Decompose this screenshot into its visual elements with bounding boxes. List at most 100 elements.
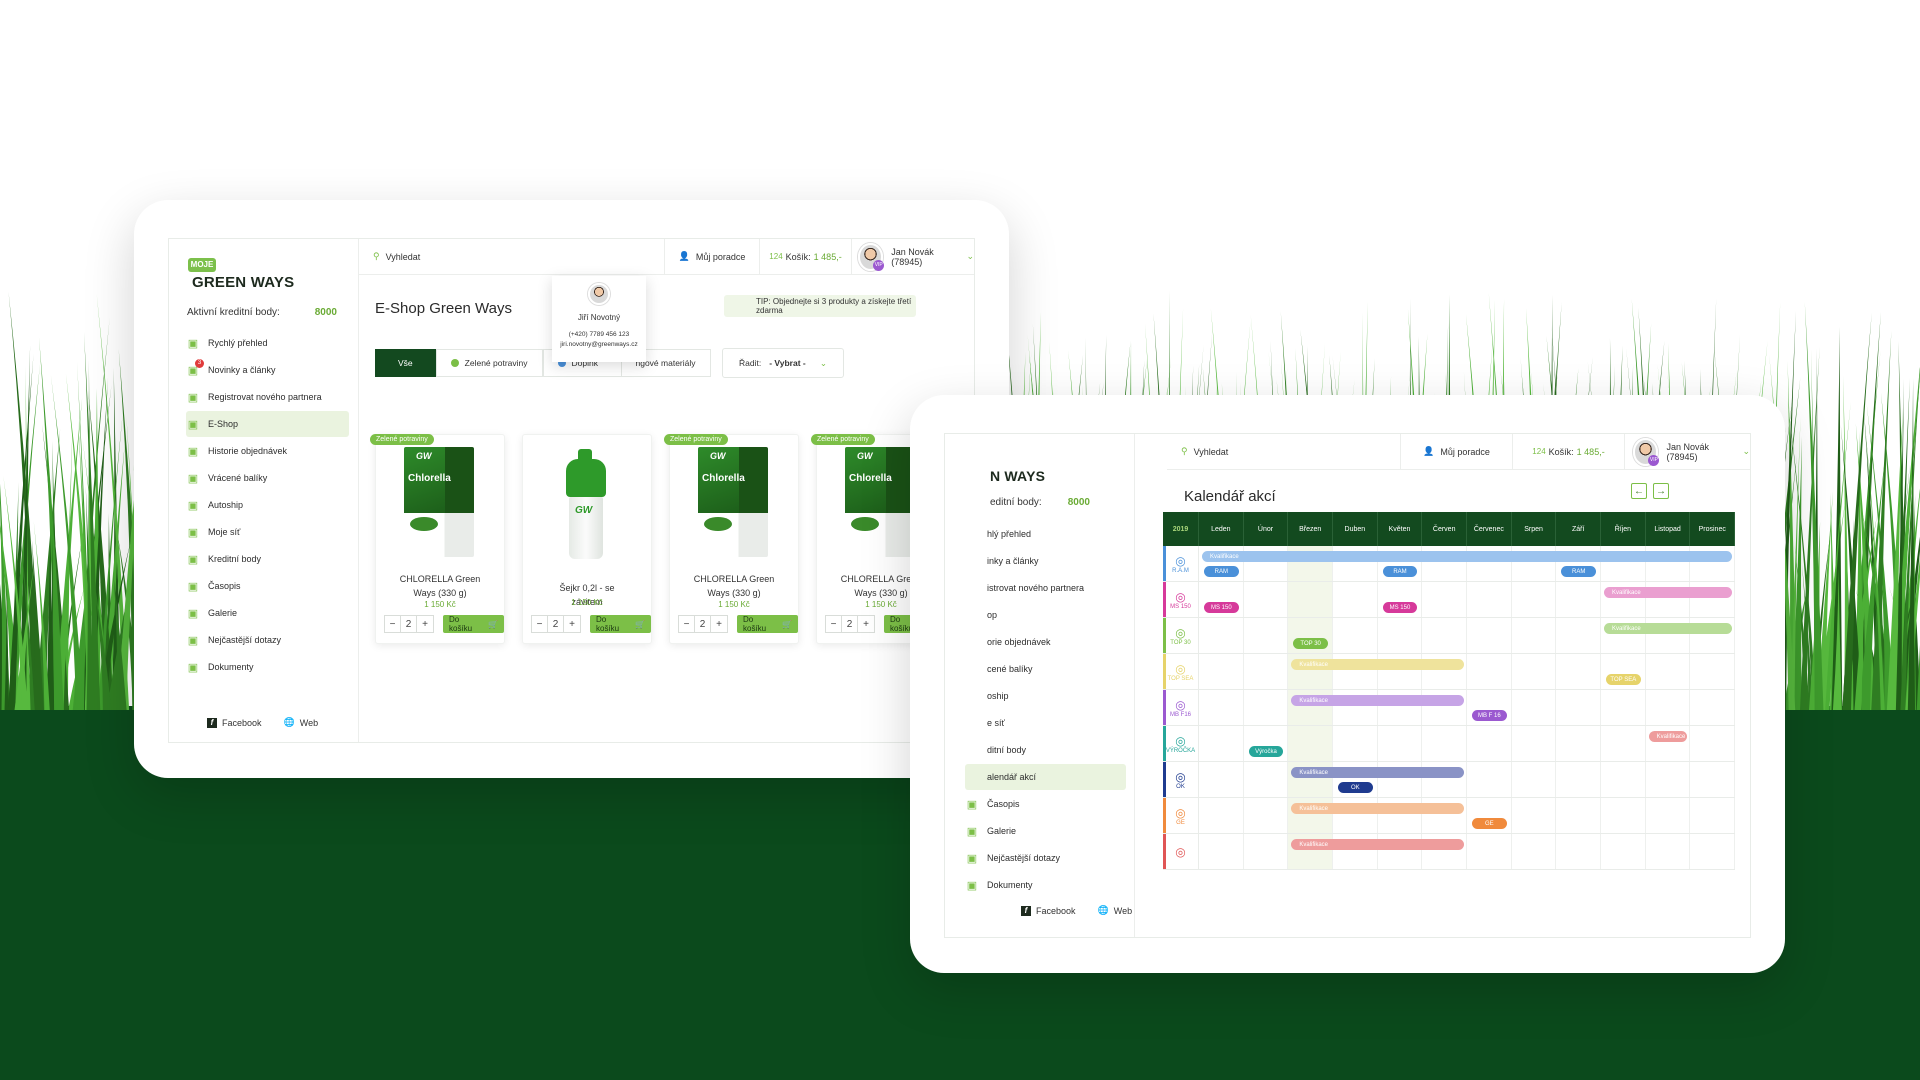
sidebar-item-8[interactable]: ▣ Moje síť	[186, 519, 349, 545]
facebook-link[interactable]: f Facebook	[1021, 905, 1076, 916]
user-menu[interactable]: VIP Jan Novák (78945) ⌄	[852, 239, 974, 274]
qualification-bar[interactable]: Kvalifikace	[1291, 839, 1464, 850]
calendar-cell[interactable]	[1333, 582, 1378, 617]
web-link[interactable]: 🌐 Web	[1098, 905, 1133, 916]
cart-button[interactable]: 124 Košík: 1 485,-	[760, 239, 852, 274]
qualification-bar[interactable]: Kvalifikace	[1291, 803, 1464, 814]
calendar-cell[interactable]	[1556, 618, 1602, 653]
calendar-cell[interactable]	[1690, 834, 1736, 869]
sidebar-item-5[interactable]: ▣orie objednávek	[965, 629, 1126, 655]
sidebar-item-12[interactable]: ▣ Galerie	[965, 818, 1126, 844]
sidebar-item-14[interactable]: ▣ Dokumenty	[965, 872, 1126, 898]
calendar-cell[interactable]	[1467, 618, 1512, 653]
calendar-cell[interactable]	[1512, 582, 1557, 617]
event-pill[interactable]: GE	[1472, 818, 1507, 829]
advisor-button[interactable]: 👤 Můj poradce	[1401, 434, 1513, 469]
advisor-email[interactable]: jiri.novotny@greenways.cz	[552, 341, 646, 348]
calendar-cell[interactable]	[1199, 834, 1244, 869]
quantity-value[interactable]: 2	[548, 616, 564, 632]
calendar-cell[interactable]	[1556, 726, 1602, 761]
calendar-cell[interactable]	[1422, 582, 1468, 617]
calendar-cell[interactable]	[1601, 690, 1646, 725]
calendar-cell[interactable]	[1556, 654, 1602, 689]
add-to-cart-button[interactable]: Do košíku 🛒	[590, 615, 651, 633]
calendar-cell[interactable]	[1556, 690, 1602, 725]
event-pill[interactable]: RAM	[1561, 566, 1596, 577]
calendar-cell[interactable]	[1690, 690, 1736, 725]
search-box[interactable]: ⚲ Vyhledat	[359, 239, 665, 274]
sidebar-item-11[interactable]: ▣ Galerie	[186, 600, 349, 626]
calendar-cell[interactable]	[1199, 690, 1244, 725]
sidebar-item-8[interactable]: ▣e síť	[965, 710, 1126, 736]
calendar-cell[interactable]	[1601, 726, 1646, 761]
calendar-cell[interactable]	[1646, 654, 1691, 689]
calendar-cell[interactable]	[1646, 762, 1691, 797]
facebook-link[interactable]: f Facebook	[207, 717, 262, 728]
event-pill[interactable]: Výročka	[1248, 746, 1284, 757]
plus-button[interactable]: +	[858, 616, 874, 632]
calendar-cell[interactable]	[1333, 618, 1378, 653]
event-pill[interactable]: TOP SEA	[1606, 674, 1641, 685]
sidebar-item-12[interactable]: ▣ Nejčastější dotazy	[186, 627, 349, 653]
sidebar-item-7[interactable]: ▣ Autoship	[186, 492, 349, 518]
calendar-cell[interactable]	[1646, 798, 1691, 833]
calendar-cell[interactable]	[1646, 690, 1691, 725]
calendar-cell[interactable]	[1467, 654, 1512, 689]
sidebar-item-3[interactable]: ▣ Registrovat nového partnera	[186, 384, 349, 410]
quantity-value[interactable]: 2	[842, 616, 858, 632]
add-to-cart-button[interactable]: Do košíku 🛒	[443, 615, 504, 633]
sidebar-item-5[interactable]: ▣ Historie objednávek	[186, 438, 349, 464]
event-pill[interactable]: RAM	[1204, 566, 1239, 577]
sidebar-item-13[interactable]: ▣ Nejčastější dotazy	[965, 845, 1126, 871]
minus-button[interactable]: −	[532, 616, 548, 632]
sidebar-item-4[interactable]: ▣ E-Shop	[186, 411, 349, 437]
product-card[interactable]: GW Šejkr 0,2l - se závitem 1 150 Kč − 2 +…	[522, 434, 652, 644]
sidebar-item-1[interactable]: ▣ Rychlý přehled	[186, 330, 349, 356]
calendar-cell[interactable]	[1467, 834, 1512, 869]
calendar-cell[interactable]	[1199, 726, 1244, 761]
calendar-cell[interactable]	[1690, 762, 1736, 797]
calendar-cell[interactable]	[1690, 654, 1736, 689]
calendar-cell[interactable]	[1244, 762, 1289, 797]
advisor-phone[interactable]: (+420) 7789 456 123	[552, 331, 646, 338]
sidebar-item-2[interactable]: ▣ 3 Novinky a články	[186, 357, 349, 383]
product-card[interactable]: Zelené potraviny GW Chlorella CHLORELLA …	[664, 434, 799, 644]
quantity-value[interactable]: 2	[695, 616, 711, 632]
calendar-cell[interactable]	[1199, 762, 1244, 797]
minus-button[interactable]: −	[385, 616, 401, 632]
advisor-button[interactable]: 👤 Můj poradce	[665, 239, 760, 274]
calendar-cell[interactable]	[1556, 798, 1602, 833]
calendar-cell[interactable]	[1467, 762, 1512, 797]
calendar-cell[interactable]	[1690, 726, 1736, 761]
minus-button[interactable]: −	[679, 616, 695, 632]
plus-button[interactable]: +	[417, 616, 433, 632]
qualification-bar[interactable]: Kvalifikace	[1202, 551, 1732, 562]
calendar-cell[interactable]	[1556, 834, 1602, 869]
calendar-cell[interactable]	[1512, 690, 1557, 725]
filter-2[interactable]: Zelené potraviny	[435, 349, 543, 377]
calendar-cell[interactable]	[1690, 798, 1736, 833]
event-pill[interactable]: MB F 16	[1472, 710, 1507, 721]
event-pill[interactable]: RAM	[1382, 566, 1418, 577]
sidebar-item-7[interactable]: ▣oship	[965, 683, 1126, 709]
filter-1[interactable]: Vše	[375, 349, 436, 377]
user-menu[interactable]: VIP Jan Novák (78945) ⌄	[1625, 434, 1750, 469]
sidebar-item-13[interactable]: ▣ Dokumenty	[186, 654, 349, 680]
calendar-cell[interactable]	[1378, 618, 1423, 653]
sidebar-item-11[interactable]: ▣ Časopis	[965, 791, 1126, 817]
qualification-bar[interactable]: Kvalifikace	[1291, 659, 1464, 670]
cart-button[interactable]: 124 Košík: 1 485,-	[1513, 434, 1625, 469]
qualification-bar[interactable]: Kvalifikace	[1291, 695, 1464, 706]
sidebar-item-10[interactable]: ▣alendář akcí	[965, 764, 1126, 790]
calendar-cell[interactable]	[1244, 834, 1289, 869]
sidebar-item-9[interactable]: ▣ditní body	[965, 737, 1126, 763]
qualification-bar[interactable]: Kvalifikace	[1604, 623, 1732, 634]
add-to-cart-button[interactable]: Do košíku 🛒	[737, 615, 798, 633]
event-pill[interactable]: OK	[1338, 782, 1373, 793]
sidebar-item-4[interactable]: ▣op	[965, 602, 1126, 628]
calendar-cell[interactable]	[1378, 726, 1423, 761]
minus-button[interactable]: −	[826, 616, 842, 632]
search-input[interactable]: Vyhledat	[1194, 447, 1229, 457]
calendar-cell[interactable]	[1646, 834, 1691, 869]
sidebar-item-1[interactable]: ▣hlý přehled	[965, 521, 1126, 547]
